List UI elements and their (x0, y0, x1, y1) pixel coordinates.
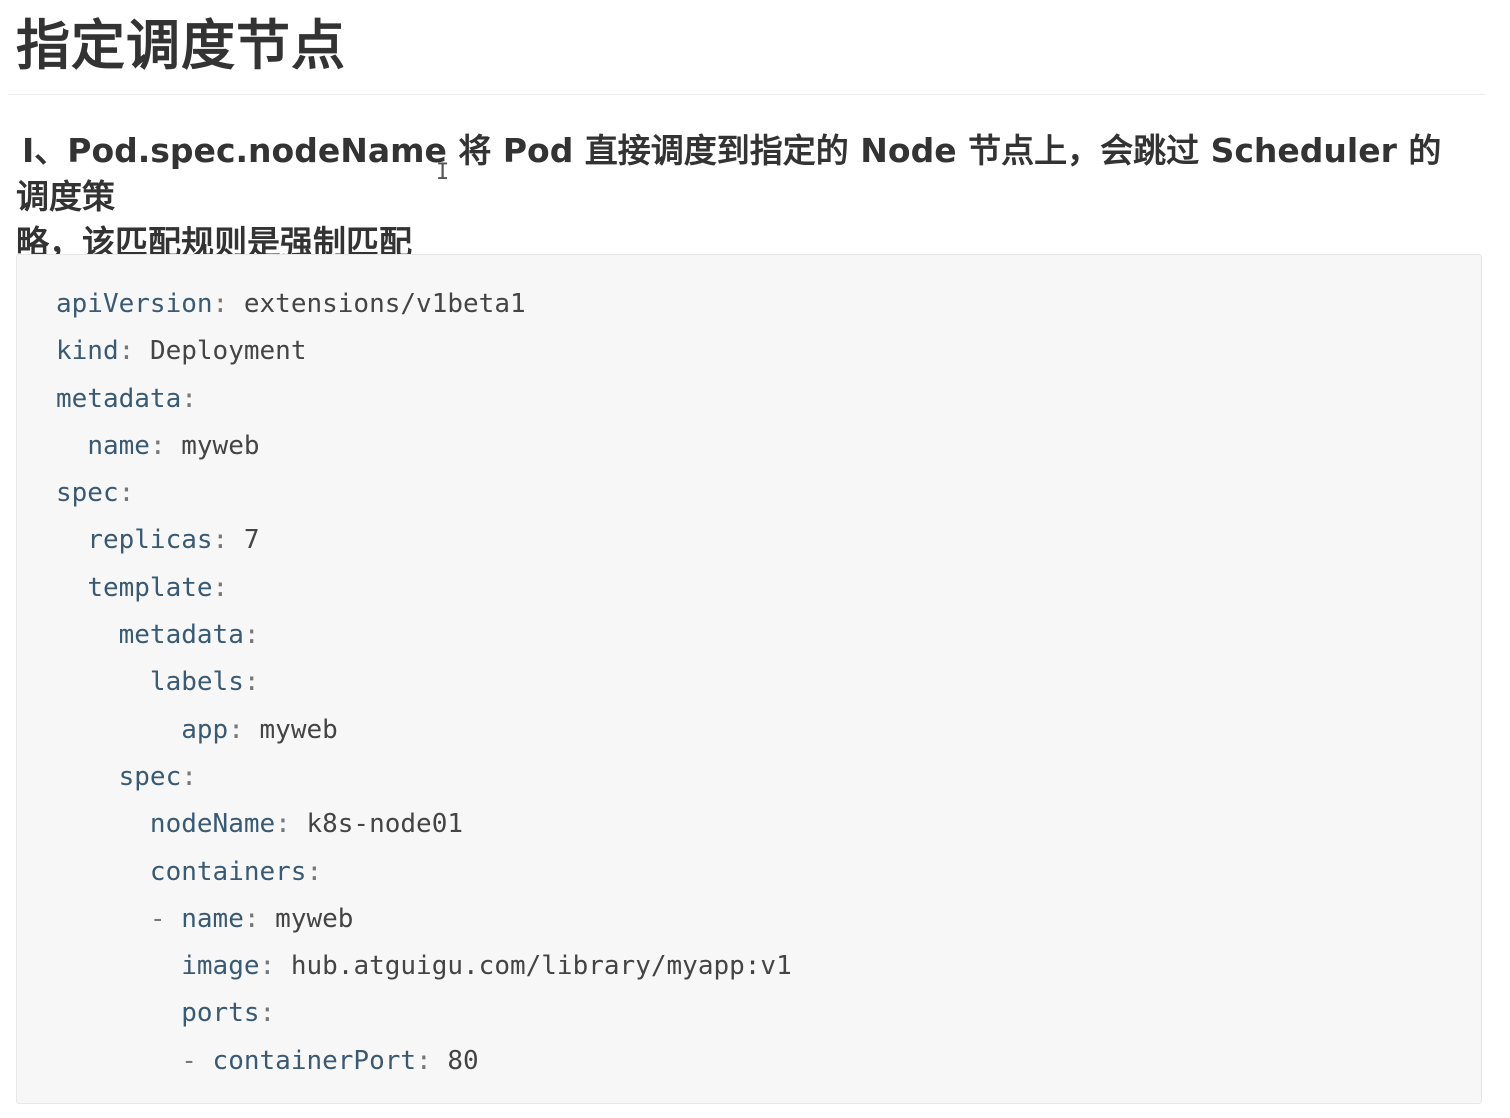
page-title: 指定调度节点 (16, 14, 346, 77)
code-sep: : (275, 809, 307, 840)
code-sep: : (243, 903, 276, 934)
yaml-code: apiVersion: extensions/v1beta1 kind: Depl… (56, 281, 792, 1085)
code-sep: : (181, 383, 197, 414)
code-key: nodeName (149, 809, 276, 840)
code-line: image: hub.atguigu.com/library/myapp:v1 (56, 943, 792, 990)
code-line: replicas: 7 (56, 517, 792, 564)
code-line: kind: Deployment (56, 328, 792, 375)
code-value: 7 (243, 525, 260, 556)
code-line: ports: (56, 990, 792, 1037)
description-line-1: I、Pod.spec.nodeName 将 Pod 直接调度到指定的 Node … (16, 131, 1442, 216)
code-key: app (181, 714, 229, 745)
code-sep: : (149, 430, 182, 461)
code-value: myweb (275, 903, 354, 934)
code-value: extensions/v1beta1 (243, 289, 526, 319)
text-cursor-icon: I (436, 160, 450, 185)
code-key: image (181, 951, 260, 982)
code-sep: : (212, 572, 229, 603)
code-key: spec (118, 761, 182, 792)
code-key: template (87, 572, 213, 603)
code-sep: : (259, 951, 291, 982)
code-dash: - (149, 903, 182, 934)
code-dash: - (181, 1045, 213, 1076)
code-sep: : (212, 525, 244, 556)
code-key: name (181, 903, 244, 934)
document-page: 指定调度节点 I、Pod.spec.nodeName 将 Pod 直接调度到指定… (0, 0, 1510, 1118)
code-key: containerPort (212, 1045, 417, 1076)
code-key: ports (181, 998, 260, 1029)
code-key: kind (56, 336, 119, 367)
code-sep: : (212, 289, 244, 319)
code-sep: : (118, 336, 150, 367)
code-line: metadata: (56, 612, 792, 659)
code-key: apiVersion (56, 289, 213, 319)
code-value: k8s-node01 (306, 809, 464, 840)
code-block[interactable]: apiVersion: extensions/v1beta1 kind: Depl… (16, 254, 1482, 1104)
code-sep: : (181, 761, 197, 792)
code-value: myweb (181, 430, 260, 461)
code-key: labels (149, 667, 244, 698)
code-line: name: myweb (56, 423, 792, 470)
code-sep: : (306, 856, 323, 887)
code-key: spec (56, 478, 119, 509)
code-line: app: myweb (56, 707, 792, 754)
code-line: template: (56, 565, 792, 612)
code-key: name (87, 430, 150, 461)
code-sep: : (259, 998, 276, 1029)
code-value: hub.atguigu.com/library/myapp:v1 (290, 951, 792, 982)
code-line: containers: (56, 849, 792, 896)
code-value: myweb (259, 714, 338, 745)
code-sep: : (228, 714, 260, 745)
code-value: 80 (447, 1045, 479, 1076)
code-line: spec: (56, 754, 792, 801)
code-line: nodeName: k8s-node01 (56, 801, 792, 848)
code-sep: : (118, 478, 135, 509)
code-line: apiVersion: extensions/v1beta1 (56, 281, 792, 328)
code-key: containers (149, 856, 307, 887)
code-sep: : (243, 667, 260, 698)
code-key: metadata (118, 620, 244, 651)
code-line: labels: (56, 659, 792, 706)
code-line: - containerPort: 80 (56, 1038, 792, 1085)
code-sep: : (416, 1045, 448, 1076)
code-line: - name: myweb (56, 896, 792, 943)
description-paragraph: I、Pod.spec.nodeName 将 Pod 直接调度到指定的 Node … (16, 128, 1466, 266)
code-sep: : (243, 620, 260, 651)
title-divider (8, 94, 1486, 95)
code-value: Deployment (149, 336, 307, 367)
code-key: metadata (56, 383, 182, 414)
code-line: spec: (56, 470, 792, 517)
code-key: replicas (87, 525, 213, 556)
code-line: metadata: (56, 376, 792, 423)
